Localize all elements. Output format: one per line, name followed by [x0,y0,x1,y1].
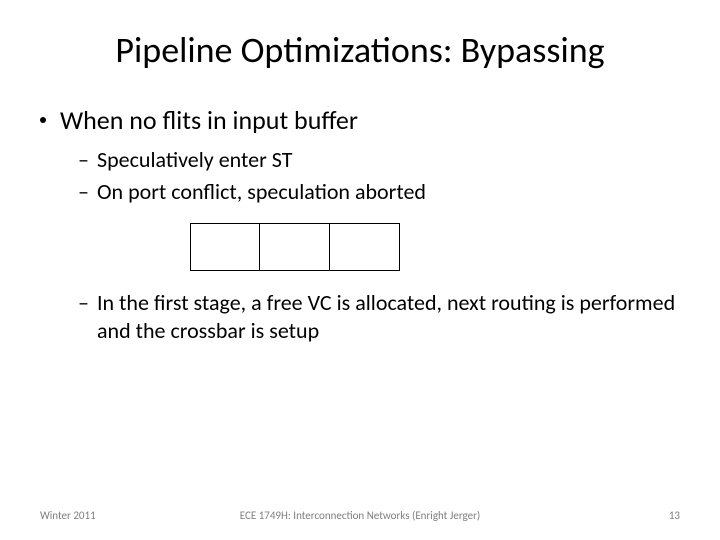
pipeline-diagram [190,223,680,271]
bullet-level-1: When no flits in input buffer [40,104,680,136]
footer: Winter 2011 ECE 1749H: Interconnection N… [0,509,720,522]
bullet-dot-icon [40,117,46,123]
footer-left: Winter 2011 [40,509,96,522]
slide: Pipeline Optimizations: Bypassing When n… [0,0,720,540]
bullet-l2c-text: In the first stage, a free VC is allocat… [97,289,680,344]
footer-center: ECE 1749H: Interconnection Networks (Enr… [240,509,481,522]
dash-icon: – [78,146,89,174]
dash-icon: – [78,178,89,206]
bullet-l2b-text: On port conflict, speculation aborted [97,178,426,206]
bullet-l1-text: When no flits in input buffer [60,104,358,136]
bullet-level-2: – In the first stage, a free VC is alloc… [78,289,680,344]
pipeline-cell [330,223,400,271]
bullet-level-2: – Speculatively enter ST [78,146,680,174]
pipeline-cell [190,223,260,271]
slide-title: Pipeline Optimizations: Bypassing [40,28,680,72]
pipeline-cell [260,223,330,271]
slide-number: 13 [669,509,680,522]
dash-icon: – [78,289,89,317]
bullet-l2a-text: Speculatively enter ST [97,146,292,174]
bullet-level-2: – On port conflict, speculation aborted [78,178,680,206]
